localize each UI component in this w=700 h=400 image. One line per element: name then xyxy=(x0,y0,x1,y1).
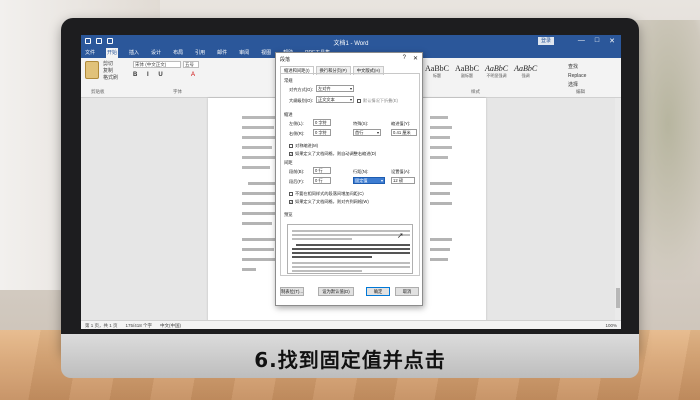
replace-button[interactable]: Replace xyxy=(568,72,586,81)
general-section-label: 常规 xyxy=(284,78,293,83)
preview-section-label: 预览 xyxy=(284,212,293,217)
mouse-pointer-icon: ➚ xyxy=(397,231,404,240)
mirror-indents-checkbox[interactable]: 对称缩进(M) xyxy=(289,143,318,149)
dialog-title-buttons: ? ✕ xyxy=(403,55,418,62)
clipboard-commands: 剪切 复制 格式刷 xyxy=(103,61,118,82)
cut-button[interactable]: 剪切 xyxy=(103,61,118,68)
tab-home[interactable]: 开始 xyxy=(106,48,119,58)
font-group-label: 字体 xyxy=(173,89,182,94)
space-before-label: 段前(B): xyxy=(289,169,305,174)
find-button[interactable]: 查找 xyxy=(568,63,586,72)
close-icon[interactable]: ✕ xyxy=(609,37,615,45)
window-controls: — □ ✕ xyxy=(578,37,615,45)
tab-design[interactable]: 设计 xyxy=(150,48,162,58)
tab-file[interactable]: 文件 xyxy=(84,48,96,58)
word-count[interactable]: 175/418 个字 xyxy=(126,323,153,329)
left-indent-label: 左侧(L): xyxy=(289,121,304,126)
help-icon[interactable]: ? xyxy=(403,55,406,62)
font-color-icon[interactable]: A xyxy=(191,72,195,78)
right-indent-input[interactable]: 0 字符 xyxy=(313,129,331,136)
dont-add-space-checkbox[interactable]: 不要在相同样式的段落间增加间距(C) xyxy=(289,191,364,197)
tutorial-caption: 6.找到固定值并点击 xyxy=(254,348,446,372)
auto-adjust-right-indent-checkbox[interactable]: ✓ 如果定义了文档网格，则自动调整右缩进(D) xyxy=(289,151,376,157)
right-indent-label: 右侧(R): xyxy=(289,131,305,136)
space-before-input[interactable]: 0 行 xyxy=(313,167,331,174)
tab-insert[interactable]: 插入 xyxy=(128,48,140,58)
style-subtle-emphasis[interactable]: AaBbC 不明显强调 xyxy=(485,64,508,79)
outline-level-label: 大纲级别(O): xyxy=(289,98,313,103)
set-default-button[interactable]: 设为默认值(D) xyxy=(318,287,354,296)
editing-group: 查找 Replace 选择 xyxy=(568,63,586,90)
indent-by-label: 缩进值(Y): xyxy=(391,121,411,126)
snap-to-grid-checkbox[interactable]: ✓ 如果定义了文档网格，则对齐到网格(W) xyxy=(289,199,369,205)
dialog-close-icon[interactable]: ✕ xyxy=(413,55,418,62)
paragraph-preview xyxy=(287,224,413,274)
tab-view[interactable]: 视图 xyxy=(260,48,272,58)
line-spacing-label: 行距(N): xyxy=(353,169,369,174)
style-subtitle[interactable]: AaBbC 副标题 xyxy=(455,64,479,79)
tab-mailings[interactable]: 邮件 xyxy=(216,48,228,58)
dialog-title: 段落 xyxy=(280,57,291,63)
editing-group-label: 编辑 xyxy=(576,89,585,94)
line-spacing-at-label: 设置值(A): xyxy=(391,169,411,174)
status-bar: 第 1 页，共 1 页 175/418 个字 中文(中国) 100% xyxy=(81,320,621,329)
special-indent-select[interactable]: 首行 ▾ xyxy=(353,129,381,136)
tab-review[interactable]: 审阅 xyxy=(238,48,250,58)
space-after-label: 段后(F): xyxy=(289,179,304,184)
login-button[interactable]: 登录 xyxy=(538,37,555,45)
clipboard-group-label: 剪贴板 xyxy=(91,89,105,94)
maximize-icon[interactable]: □ xyxy=(595,37,599,45)
font-format-icons[interactable]: B I U xyxy=(133,72,167,78)
dialog-footer: 制表位(T)... 设为默认值(D) 确定 取消 xyxy=(280,282,420,302)
indent-by-input[interactable]: 0.41 厘米 xyxy=(391,129,417,136)
minimize-icon[interactable]: — xyxy=(578,37,585,45)
paste-icon[interactable] xyxy=(85,61,99,79)
word-window: 文档1 - Word 登录 — □ ✕ 文件 开始 插入 设计 布局 引用 邮件… xyxy=(81,35,621,329)
indentation-section-label: 缩进 xyxy=(284,112,293,117)
space-after-input[interactable]: 0 行 xyxy=(313,177,331,184)
language[interactable]: 中文(中国) xyxy=(160,323,181,329)
styles-gallery: AaBbC 标题 AaBbC 副标题 AaBbC 不明显强调 AaBbC 强调 xyxy=(425,64,537,79)
page-count[interactable]: 第 1 页，共 1 页 xyxy=(85,323,118,329)
tabs-button[interactable]: 制表位(T)... xyxy=(280,287,304,296)
line-spacing-at-input[interactable]: 12 磅 xyxy=(391,177,415,184)
tab-layout[interactable]: 布局 xyxy=(172,48,184,58)
dialog-body: 常规 对齐方式(G): 左对齐 ▾ 大纲级别(O): 正文文本 ▾ 默认情况下折叠(… xyxy=(280,73,420,276)
title-bar: 文档1 - Word 登录 — □ ✕ xyxy=(81,35,621,48)
alignment-select[interactable]: 左对齐 ▾ xyxy=(316,85,354,92)
tab-references[interactable]: 引用 xyxy=(194,48,206,58)
special-indent-label: 特殊(S): xyxy=(353,121,369,126)
paragraph-dialog: 段落 ? ✕ 缩进和间距(I) 换行和分页(P) 中文版式(H) 常规 对齐方式… xyxy=(275,52,423,306)
alignment-label: 对齐方式(G): xyxy=(289,87,313,92)
style-emphasis[interactable]: AaBbC 强调 xyxy=(514,64,537,79)
left-indent-input[interactable]: 0 字符 xyxy=(313,119,331,126)
line-spacing-select[interactable]: 固定值 ▾ xyxy=(353,177,385,184)
vertical-scrollbar[interactable] xyxy=(615,98,621,320)
ok-button[interactable]: 确定 xyxy=(366,287,390,296)
styles-group-label: 样式 xyxy=(471,89,480,94)
font-name-select[interactable]: 宋体 (中文正文) xyxy=(133,61,181,68)
zoom-level[interactable]: 100% xyxy=(605,323,617,328)
cancel-button[interactable]: 取消 xyxy=(395,287,419,296)
format-painter-button[interactable]: 格式刷 xyxy=(103,75,118,82)
outline-level-select[interactable]: 正文文本 ▾ xyxy=(316,96,354,103)
copy-button[interactable]: 复制 xyxy=(103,68,118,75)
font-size-select[interactable]: 五号 xyxy=(183,61,199,68)
style-title[interactable]: AaBbC 标题 xyxy=(425,64,449,79)
spacing-section-label: 间距 xyxy=(284,160,293,165)
collapse-default-checkbox[interactable]: 默认情况下折叠(E) xyxy=(357,98,398,104)
